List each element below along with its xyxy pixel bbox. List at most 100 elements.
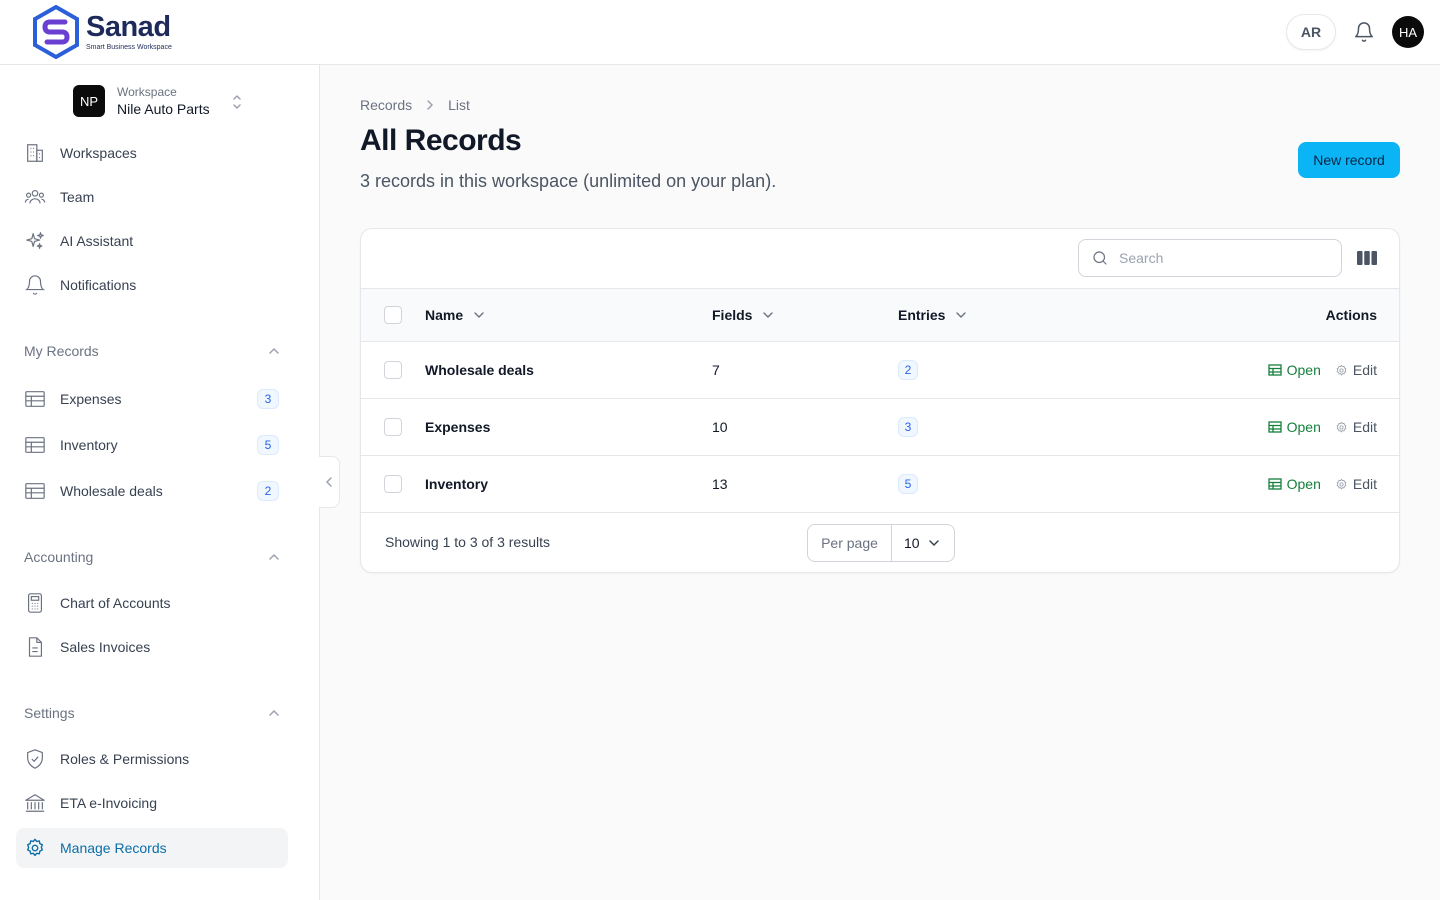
column-header-actions: Actions	[1325, 307, 1377, 323]
fields-count: 7	[712, 362, 720, 378]
per-page-value: 10	[904, 535, 920, 551]
table-row: Wholesale deals 7 2 Open Edit	[361, 342, 1399, 399]
sidebar-item-chart-of-accounts[interactable]: Chart of Accounts	[16, 583, 288, 623]
entries-badge: 5	[898, 474, 918, 494]
sidebar-item-label: Workspaces	[60, 145, 137, 161]
group-header-settings[interactable]: Settings	[24, 705, 280, 721]
page-subtitle: 3 records in this workspace (unlimited o…	[360, 171, 777, 191]
sidebar-item-sales-invoices[interactable]: Sales Invoices	[16, 627, 288, 667]
sidebar-item-label: Manage Records	[60, 840, 167, 856]
column-header-name[interactable]: Name	[425, 289, 485, 341]
sidebar-item-label: Expenses	[60, 391, 122, 407]
breadcrumb: Records List	[360, 97, 470, 113]
app-name: Sanad	[86, 11, 171, 43]
sparkles-icon	[24, 230, 46, 252]
app-tagline: Smart Business Workspace	[86, 44, 172, 51]
sidebar-item-eta-e-invoicing[interactable]: ETA e-Invoicing	[16, 783, 288, 823]
new-record-button[interactable]: New record	[1298, 142, 1400, 178]
chevron-right-icon	[426, 99, 434, 111]
table-row: Expenses 10 3 Open Edit	[361, 399, 1399, 456]
gear-icon	[1336, 478, 1347, 490]
sidebar-item-label: Wholesale deals	[60, 483, 163, 499]
column-header-fields[interactable]: Fields	[712, 289, 774, 341]
chevron-up-down-icon	[233, 95, 241, 109]
table-row: Inventory 13 5 Open Edit	[361, 456, 1399, 513]
sidebar-item-ai-assistant[interactable]: AI Assistant	[16, 221, 288, 261]
open-action[interactable]: Open	[1267, 476, 1321, 492]
app-logo[interactable]: Sanad Smart Business Workspace	[32, 5, 172, 59]
user-avatar[interactable]: HA	[1392, 16, 1424, 48]
per-page-select[interactable]: Per page 10	[807, 524, 955, 562]
sidebar-item-team[interactable]: Team	[16, 177, 288, 217]
columns-icon[interactable]	[1356, 248, 1378, 268]
column-header-entries[interactable]: Entries	[898, 289, 967, 341]
search-input[interactable]	[1119, 250, 1319, 266]
table-icon	[24, 388, 46, 410]
sidebar: NP Workspace Nile Auto Parts Workspaces …	[0, 65, 320, 900]
breadcrumb-link-records[interactable]: Records	[360, 97, 412, 113]
sidebar-item-inventory[interactable]: Inventory 5	[16, 425, 288, 465]
search-field[interactable]	[1078, 239, 1342, 277]
bell-icon[interactable]	[1353, 21, 1375, 43]
records-table-card: Name Fields Entries Actions Wholesale de…	[360, 228, 1400, 573]
fields-count: 10	[712, 419, 728, 435]
group-header-accounting[interactable]: Accounting	[24, 549, 280, 565]
sidebar-item-wholesale-deals[interactable]: Wholesale deals 2	[16, 471, 288, 511]
sidebar-item-label: Sales Invoices	[60, 639, 151, 655]
sidebar-item-label: AI Assistant	[60, 233, 134, 249]
group-title: My Records	[24, 343, 99, 359]
chevron-down-icon	[473, 309, 485, 321]
row-checkbox[interactable]	[384, 475, 402, 493]
group-title: Accounting	[24, 549, 94, 565]
workspace-name: Nile Auto Parts	[117, 101, 210, 117]
entries-badge: 2	[898, 360, 918, 380]
group-title: Settings	[24, 705, 75, 721]
gear-icon	[1336, 421, 1347, 433]
select-all-checkbox[interactable]	[384, 306, 402, 324]
sanad-logo-icon	[33, 5, 79, 59]
open-action[interactable]: Open	[1267, 419, 1321, 435]
bank-icon	[24, 792, 46, 814]
edit-action[interactable]: Edit	[1335, 419, 1377, 435]
sidebar-item-label: Chart of Accounts	[60, 595, 171, 611]
count-badge: 3	[257, 389, 279, 409]
sidebar-item-label: ETA e-Invoicing	[60, 795, 158, 811]
table-icon	[24, 434, 46, 456]
chevron-up-icon	[269, 553, 279, 560]
edit-action[interactable]: Edit	[1335, 476, 1377, 492]
sidebar-item-manage-records[interactable]: Manage Records	[16, 828, 288, 868]
edit-action[interactable]: Edit	[1335, 362, 1377, 378]
sidebar-item-notifications[interactable]: Notifications	[16, 265, 288, 305]
search-icon	[1093, 251, 1107, 265]
sidebar-item-roles-permissions[interactable]: Roles & Permissions	[16, 739, 288, 779]
language-toggle-button[interactable]: AR	[1286, 14, 1336, 50]
sidebar-item-label: Notifications	[60, 277, 137, 293]
record-name[interactable]: Wholesale deals	[425, 342, 534, 398]
count-badge: 5	[257, 435, 279, 455]
record-name[interactable]: Inventory	[425, 456, 488, 512]
sidebar-collapse-button[interactable]	[319, 456, 340, 508]
record-name[interactable]: Expenses	[425, 399, 490, 455]
shield-check-icon	[24, 748, 46, 770]
chevron-down-icon	[762, 309, 774, 321]
page-title: All Records	[360, 124, 522, 157]
open-action[interactable]: Open	[1267, 362, 1321, 378]
workspace-label: Workspace	[117, 85, 177, 99]
group-header-my-records[interactable]: My Records	[24, 343, 280, 359]
workspace-switcher[interactable]: NP Workspace Nile Auto Parts	[73, 85, 253, 117]
chevron-down-icon	[929, 540, 939, 547]
table-icon	[1267, 364, 1282, 376]
table-icon	[1267, 421, 1282, 433]
document-icon	[24, 636, 46, 658]
table-icon	[1267, 478, 1282, 490]
building-icon	[24, 142, 46, 164]
chevron-up-icon	[269, 709, 279, 716]
sidebar-item-label: Roles & Permissions	[60, 751, 190, 767]
row-checkbox[interactable]	[384, 361, 402, 379]
row-checkbox[interactable]	[384, 418, 402, 436]
sidebar-item-label: Team	[60, 189, 95, 205]
sidebar-item-expenses[interactable]: Expenses 3	[16, 379, 288, 419]
chevron-down-icon	[955, 309, 967, 321]
workspace-avatar: NP	[73, 85, 105, 117]
sidebar-item-workspaces[interactable]: Workspaces	[16, 133, 288, 173]
